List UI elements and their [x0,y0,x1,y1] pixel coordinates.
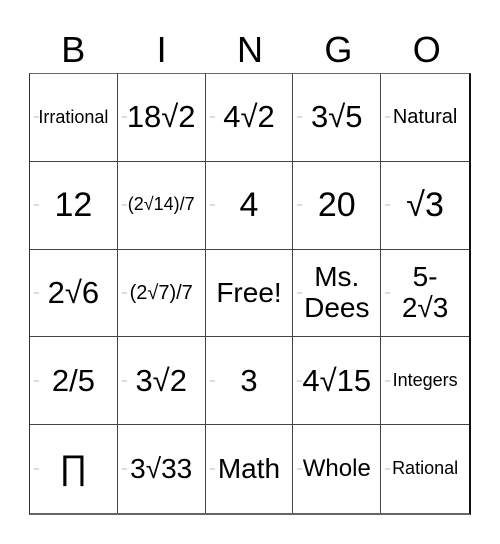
cell-text: Irrational [38,106,109,127]
bingo-cell[interactable]: (2√7)/7 [117,249,206,338]
bingo-cell[interactable]: Integers [381,337,469,426]
cell-marker-icon [121,204,127,207]
bingo-cell[interactable]: 3 [205,337,294,426]
cell-marker-icon [385,291,391,294]
header-letter-o: O [412,29,441,70]
bingo-cell[interactable]: Natural [381,74,469,162]
cell-text: 2√6 [47,274,100,310]
cell-marker-icon [297,468,303,471]
cell-text: 2/5 [51,362,95,398]
cell-marker-icon [34,116,39,119]
cell-text: ∏ [59,449,88,488]
free-space-cell[interactable]: Free! [205,249,294,338]
header-letter-i: I [156,29,167,70]
bingo-cell[interactable]: ∏ [30,425,118,513]
cell-marker-icon [209,116,215,119]
bingo-cell[interactable]: Irrational [30,74,118,162]
cell-text: 3√33 [130,452,193,484]
cell-text: √3 [406,185,444,224]
bingo-cell[interactable]: 3√33 [118,425,206,513]
bingo-cell[interactable]: 3√5 [293,74,382,162]
cell-marker-icon [297,116,303,119]
cell-marker-icon [385,379,391,382]
cell-marker-icon [297,291,303,294]
bingo-cell[interactable]: 2√6 [30,249,118,338]
cell-marker-icon [297,204,303,207]
cell-text: Natural [392,106,458,129]
cell-marker-icon [209,468,215,471]
cell-marker-icon [121,468,127,471]
cell-text: 5-2√3 [401,261,449,323]
cell-text: Whole [302,454,371,482]
bingo-cell[interactable]: 4√2 [205,74,294,162]
cell-marker-icon [34,204,39,207]
cell-marker-icon [121,116,127,119]
cell-text: Rational [392,458,459,479]
cell-marker-icon [34,379,39,382]
bingo-board: Irrational 18√2 4√2 3√5 Natural 12 (2√14… [29,73,471,515]
cell-marker-icon [385,116,391,119]
cell-marker-icon [385,204,391,207]
cell-text: 18√2 [126,99,196,135]
bingo-cell[interactable]: 12 [30,161,118,250]
cell-marker-icon [121,379,127,382]
header-letter-n: N [236,29,263,70]
cell-text: 12 [54,185,93,224]
cell-marker-icon [385,468,391,471]
cell-text: 3√5 [311,99,363,135]
cell-marker-icon [34,468,39,471]
bingo-cell[interactable]: 20 [293,161,382,250]
cell-text: 3√2 [135,362,187,398]
cell-text: (2√7)/7 [129,281,193,304]
cell-marker-icon [297,379,303,382]
free-space-text: Free! [216,276,282,308]
bingo-cell[interactable]: √3 [381,162,469,250]
bingo-cell[interactable]: (2√14)/7 [117,161,206,250]
bingo-cell[interactable]: 5-2√3 [381,250,469,338]
bingo-cell[interactable]: Math [206,425,294,513]
cell-marker-icon [121,291,127,294]
cell-text: 3 [240,362,258,398]
bingo-header: B I N G O [29,28,471,72]
cell-marker-icon [34,291,39,294]
cell-text: 4√2 [223,99,275,135]
bingo-cell[interactable]: 4√15 [293,337,382,426]
cell-text: (2√14)/7 [127,194,195,215]
bingo-cell[interactable]: Whole [293,425,382,513]
header-letter-g: G [324,29,353,70]
bingo-cell[interactable]: Ms. Dees [293,249,382,338]
cell-marker-icon [209,379,215,382]
cell-marker-icon [209,204,215,207]
bingo-cell[interactable]: 2/5 [30,337,118,426]
cell-text: Math [217,452,281,484]
header-letter-b: B [61,29,86,70]
cell-text: Ms. Dees [304,261,370,323]
cell-text: 4√15 [302,362,372,398]
bingo-cell[interactable]: 3√2 [117,337,206,426]
bingo-cell[interactable]: 18√2 [117,74,206,162]
cell-text: Integers [392,369,458,390]
bingo-cell[interactable]: Rational [381,425,469,513]
cell-text: 20 [317,185,356,224]
bingo-cell[interactable]: 4 [205,161,294,250]
cell-text: 4 [239,185,259,224]
